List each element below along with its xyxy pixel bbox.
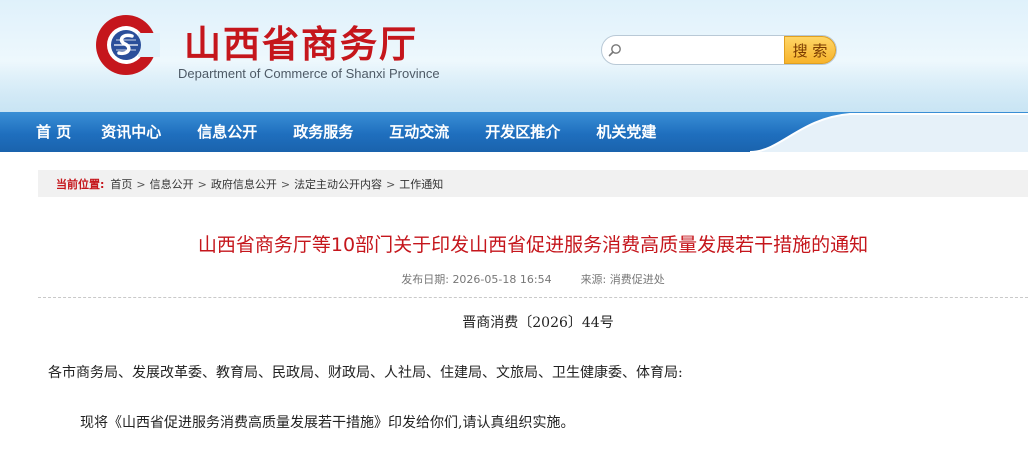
breadcrumb-separator: > xyxy=(197,177,207,191)
meta-divider xyxy=(38,297,1028,298)
recipients-line: 各市商务局、发展改革委、教育局、民政局、财政局、人社局、住建局、文旅局、卫生健康… xyxy=(48,365,683,381)
search-button[interactable]: 搜 索 xyxy=(784,36,836,64)
nav-item-party-building[interactable]: 机关党建 xyxy=(596,112,656,152)
nav-list: 首 页 资讯中心 信息公开 政务服务 互动交流 开发区推介 机关党建 xyxy=(0,112,656,152)
nav-decoration xyxy=(749,113,1028,152)
breadcrumb-bar: 当前位置: 首页 > 信息公开 > 政府信息公开 > 法定主动公开内容 > 工作… xyxy=(38,170,1028,197)
nav-item-information-disclosure[interactable]: 信息公开 xyxy=(197,112,257,152)
nav-item-development-zones[interactable]: 开发区推介 xyxy=(485,112,560,152)
breadcrumb-separator: > xyxy=(136,177,146,191)
source-label: 来源: xyxy=(580,273,607,286)
main-navigation: 首 页 资讯中心 信息公开 政务服务 互动交流 开发区推介 机关党建 xyxy=(0,112,1028,152)
publish-date-value: 2026-05-18 16:54 xyxy=(452,273,552,286)
document-number: 晋商消费〔2026〕44号 xyxy=(462,315,614,331)
shanxi-commerce-logo-icon[interactable] xyxy=(92,11,160,79)
breadcrumb-separator: > xyxy=(280,177,291,191)
breadcrumb-item-home[interactable]: 首页 xyxy=(110,176,132,192)
breadcrumb: 当前位置: 首页 > 信息公开 > 政府信息公开 > 法定主动公开内容 > 工作… xyxy=(56,176,443,192)
article-meta: 发布日期: 2026-05-18 16:54 来源: 消费促进处 xyxy=(38,271,1028,287)
nav-item-interaction[interactable]: 互动交流 xyxy=(389,112,449,152)
site-subtitle: Department of Commerce of Shanxi Provinc… xyxy=(178,66,440,81)
nav-item-home[interactable]: 首 页 xyxy=(36,112,71,152)
site-header: 山西省商务厅 Department of Commerce of Shanxi … xyxy=(0,0,1028,112)
breadcrumb-item-information-disclosure[interactable]: 信息公开 xyxy=(150,176,194,192)
breadcrumb-separator: > xyxy=(386,177,396,191)
breadcrumb-item-work-notices[interactable]: 工作通知 xyxy=(399,176,443,192)
article-title: 山西省商务厅等10部门关于印发山西省促进服务消费高质量发展若干措施的通知 xyxy=(197,234,869,256)
nav-item-government-services[interactable]: 政务服务 xyxy=(293,112,353,152)
site-title: 山西省商务厅 xyxy=(184,23,418,66)
search-input[interactable] xyxy=(624,39,782,61)
source-value: 消费促进处 xyxy=(609,273,665,286)
search-icon xyxy=(608,44,621,57)
body-paragraph: 现将《山西省促进服务消费高质量发展若干措施》印发给你们,请认真组织实施。 xyxy=(80,415,575,431)
breadcrumb-item-government-information[interactable]: 政府信息公开 xyxy=(211,176,277,192)
nav-item-news-center[interactable]: 资讯中心 xyxy=(101,112,161,152)
publish-date-label: 发布日期: xyxy=(401,273,449,286)
breadcrumb-label: 当前位置: xyxy=(56,178,105,191)
breadcrumb-item-statutory-content[interactable]: 法定主动公开内容 xyxy=(294,176,382,192)
